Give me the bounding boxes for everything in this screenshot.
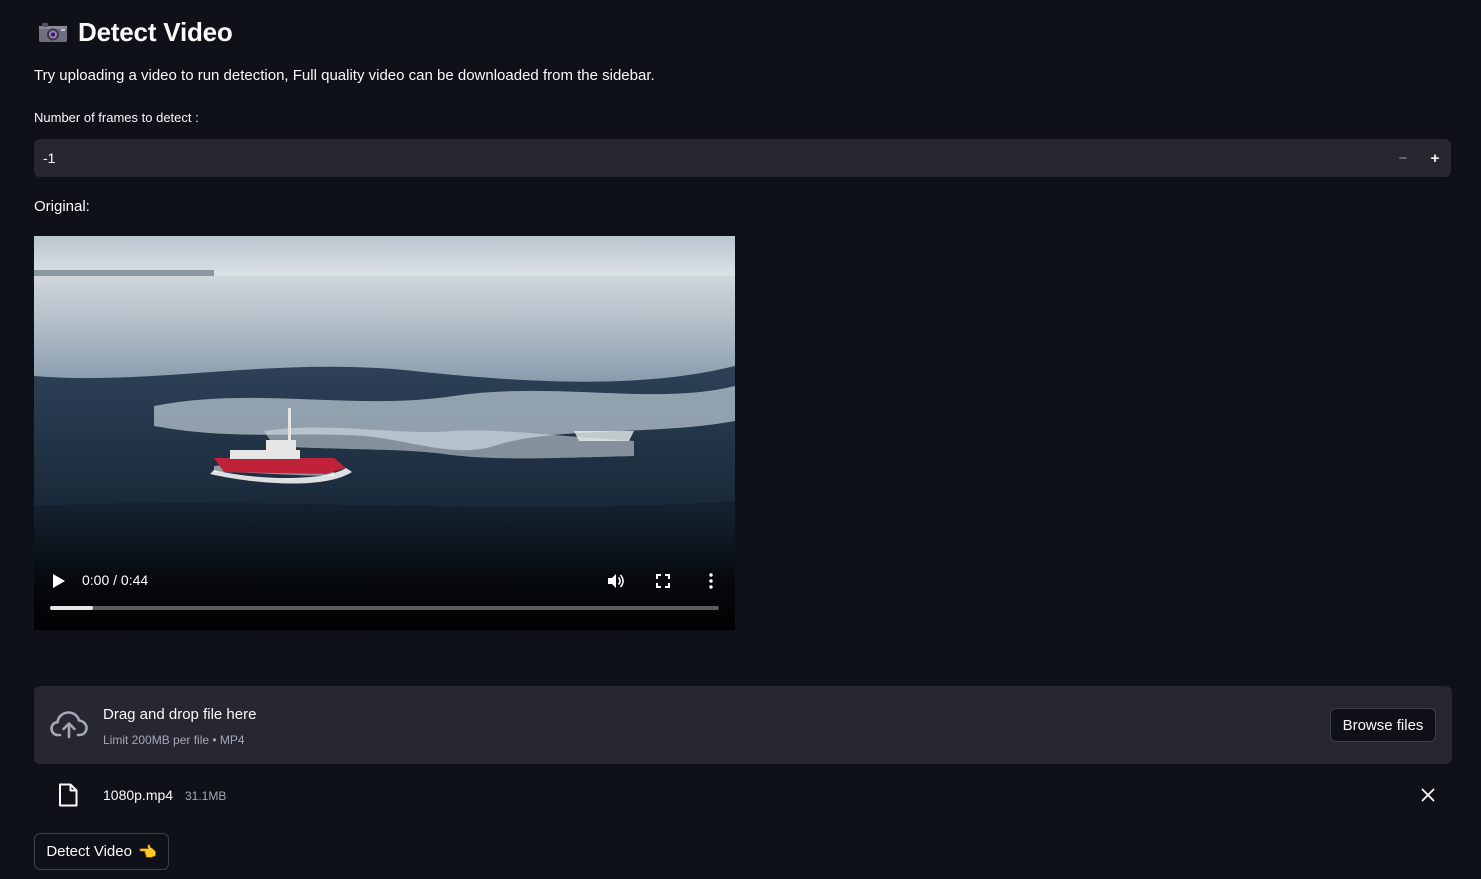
original-video-label: Original: (34, 198, 90, 215)
uploaded-file-name: 1080p.mp4 (103, 787, 174, 803)
more-vertical-icon (709, 573, 713, 589)
close-icon (1421, 788, 1435, 802)
frames-input-field[interactable] (34, 139, 1374, 177)
frames-input-label: Number of frames to detect : (34, 110, 199, 125)
camera-icon (38, 21, 68, 43)
volume-button[interactable] (604, 570, 626, 592)
detect-video-button[interactable]: Detect Video 👈 (34, 833, 169, 870)
play-icon (53, 574, 65, 588)
video-progress-fill (50, 606, 93, 610)
page-header: Detect Video (38, 14, 233, 50)
frames-number-input: − + (34, 139, 1451, 177)
video-time-display: 0:00 / 0:44 (82, 572, 149, 588)
play-button[interactable] (48, 570, 70, 592)
video-progress-bar[interactable] (50, 606, 719, 610)
cloud-upload-icon (50, 708, 88, 740)
pointing-hand-icon: 👈 (137, 843, 157, 861)
detect-video-label: Detect Video (46, 843, 132, 860)
uploaded-file-size: 31.1MB (185, 789, 227, 803)
file-icon (58, 783, 78, 807)
browse-files-button[interactable]: Browse files (1330, 708, 1436, 742)
page-title: Detect Video (78, 16, 233, 47)
fullscreen-button[interactable] (652, 570, 674, 592)
fullscreen-icon (656, 574, 670, 588)
file-uploader-dropzone[interactable]: Drag and drop file here Limit 200MB per … (34, 686, 1452, 764)
dropzone-limit-text: Limit 200MB per file • MP4 (103, 733, 245, 747)
intro-text: Try uploading a video to run detection, … (34, 67, 655, 84)
more-options-button[interactable] (700, 570, 722, 592)
volume-icon (608, 574, 624, 588)
remove-file-button[interactable] (1416, 783, 1440, 807)
decrement-button[interactable]: − (1387, 139, 1419, 177)
app-page: Detect Video Try uploading a video to ru… (0, 0, 1481, 879)
uploaded-file-item: 1080p.mp4 31.1MB (34, 776, 1452, 814)
dropzone-instructions: Drag and drop file here (103, 706, 257, 723)
increment-button[interactable]: + (1419, 139, 1451, 177)
original-video-player[interactable]: 0:00 / 0:44 (34, 236, 735, 630)
